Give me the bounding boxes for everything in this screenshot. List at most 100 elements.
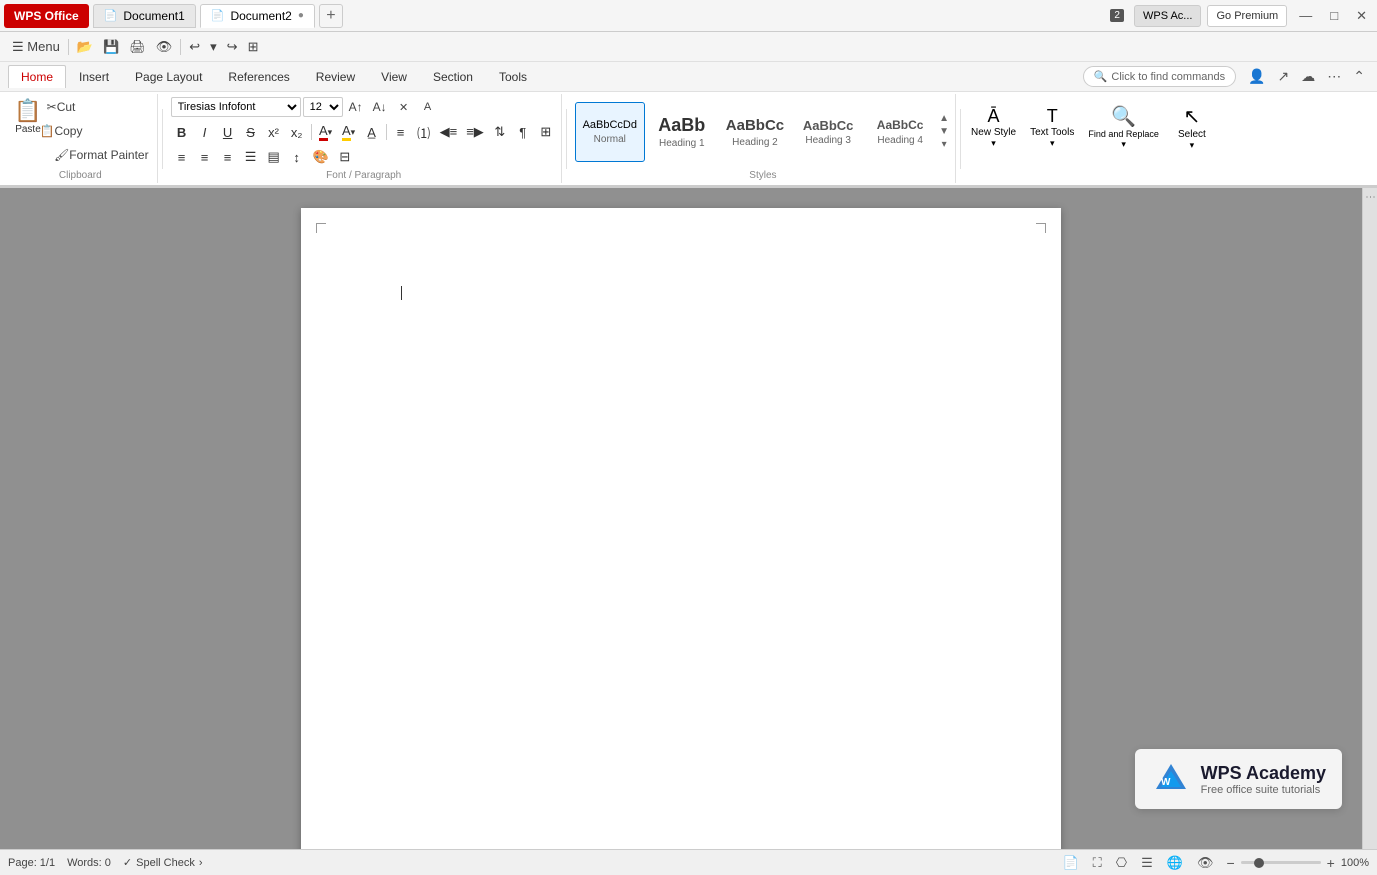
style-heading4[interactable]: AaBbCc Heading 4 [865,102,935,162]
align-center-button[interactable]: ≡ [194,146,216,168]
font-size-select[interactable]: 12 [303,97,343,117]
line-spacing-button[interactable]: ↕ [286,146,308,168]
outline-view-button[interactable]: ☰ [1138,853,1156,873]
highlight-dropdown[interactable]: ▾ [351,127,356,138]
format-painter-button[interactable]: 🖌 Format Painter [50,144,153,166]
menu-button[interactable]: ☰ Menu [8,37,64,57]
print-view-button[interactable]: 📄 [1059,853,1081,873]
superscript-button[interactable]: x² [263,121,285,143]
select-button[interactable]: ↖ Select ▾ [1167,94,1217,160]
save-button[interactable]: 💾 [99,37,123,57]
fullscreen-view-button[interactable]: ⛶ [1090,853,1105,873]
zoom-in-button[interactable]: + [1325,855,1337,871]
tab-page-layout[interactable]: Page Layout [122,65,215,88]
tab-insert[interactable]: Insert [66,65,122,88]
bold-button[interactable]: B [171,121,193,143]
ribbon-tabs: Home Insert Page Layout References Revie… [0,62,1377,92]
read-mode-button[interactable]: 👁 [1194,853,1217,873]
gallery-up-button[interactable]: ▲ [937,113,951,125]
document1-tab[interactable]: 📄 Document1 [93,4,196,28]
close-button[interactable]: ✕ [1350,6,1373,26]
share-button[interactable]: ↗ [1274,66,1294,87]
cut-button[interactable]: ✂ Cut [50,96,72,118]
new-style-button[interactable]: Ā New Style ▾ [965,94,1022,160]
show-marks-button[interactable]: ¶ [512,121,534,143]
align-justify-button[interactable]: ☰ [240,146,262,168]
tab-home[interactable]: Home [8,65,66,88]
alignment-row: ≡ ≡ ≡ ☰ ▤ ↕ 🎨 ⊟ [171,146,356,168]
text-tools-button[interactable]: T Text Tools ▾ [1024,94,1080,160]
table-insert-button[interactable]: ⊞ [535,121,557,143]
document1-tab-label: Document1 [123,9,184,23]
find-replace-button[interactable]: 🔍 Find and Replace ▾ [1082,94,1165,160]
share-icon[interactable]: 👤 [1244,66,1269,87]
save-cloud-button[interactable]: ☁ [1297,66,1319,87]
font-color-button[interactable]: A ▾ [315,121,337,143]
spell-check[interactable]: ✓ Spell Check › [123,856,203,869]
font-family-select[interactable]: Tiresias Infofont [171,97,301,117]
undo-dropdown[interactable]: ▾ [206,37,221,57]
open-button[interactable]: 📂 [73,37,97,57]
sidebar-toggle-button[interactable]: ⋮ [1365,192,1376,202]
title-bar-left: WPS Office 📄 Document1 📄 Document2 ● + [4,4,343,28]
style-heading2[interactable]: AaBbCc Heading 2 [719,102,791,162]
indent-decrease-button[interactable]: ◀≡ [436,121,462,143]
italic-button[interactable]: I [194,121,216,143]
print-preview-button[interactable]: 👁 [152,37,177,57]
style-heading1[interactable]: AaBb Heading 1 [647,102,717,162]
tab-review[interactable]: Review [303,65,368,88]
increase-font-button[interactable]: A↑ [345,96,367,118]
highlight-color-button[interactable]: A ▾ [338,121,360,143]
tab-view[interactable]: View [368,65,420,88]
tab-tools[interactable]: Tools [486,65,540,88]
web-view-button[interactable]: 🌐 [1164,853,1186,873]
go-premium-button[interactable]: Go Premium [1207,5,1287,27]
strikethrough-button[interactable]: S [240,121,262,143]
undo-button[interactable]: ↩ [185,37,204,57]
zoom-slider[interactable] [1241,861,1321,864]
font-family-row: Tiresias Infofont 12 A↑ A↓ ✕ A [171,96,439,118]
list-bullets-button[interactable]: ≡ [390,121,412,143]
redo-button[interactable]: ↪ [223,37,242,57]
more-options-button[interactable]: ⋯ [1323,66,1345,87]
gallery-expand-button[interactable]: ▾ [937,139,951,151]
find-icon: 🔍 [1111,104,1136,129]
column-button[interactable]: ▤ [263,146,285,168]
indent-increase-button[interactable]: ≡▶ [462,121,488,143]
tab-section[interactable]: Section [420,65,486,88]
gallery-down-button[interactable]: ▼ [937,126,951,138]
clear-format-button[interactable]: ✕ [393,96,415,118]
copy-button[interactable]: 📋 Copy [50,120,72,142]
customize-button[interactable]: ⊞ [244,37,263,57]
shading-button[interactable]: 🎨 [309,146,333,168]
subscript-button[interactable]: x₂ [286,121,308,143]
underline-button[interactable]: U [217,121,239,143]
border-button[interactable]: ⊟ [334,146,356,168]
minimize-button[interactable]: — [1293,6,1318,25]
style-normal[interactable]: AaBbCcDd Normal [575,102,645,162]
list-numbers-button[interactable]: ⑴ [413,121,435,143]
right-ribbon-buttons: Ā New Style ▾ T Text Tools ▾ 🔍 Find and … [965,94,1217,183]
two-page-view-button[interactable]: ⎔ [1113,853,1130,873]
wps-office-button[interactable]: WPS Office [4,4,89,28]
decrease-font-button[interactable]: A↓ [369,96,391,118]
sort-button[interactable]: ⇅ [489,121,511,143]
align-right-button[interactable]: ≡ [217,146,239,168]
document-scroll[interactable]: W WPS Academy Free office suite tutorial… [0,188,1362,849]
font-color-dropdown[interactable]: ▾ [328,127,333,138]
document2-close-icon[interactable]: ● [298,10,304,21]
search-command[interactable]: 🔍 Click to find commands [1083,66,1236,87]
align-left-button[interactable]: ≡ [171,146,193,168]
tab-references[interactable]: References [215,65,302,88]
wps-account-button[interactable]: WPS Ac... [1134,5,1202,27]
char-border-button[interactable]: A̲ [361,121,383,143]
document2-tab[interactable]: 📄 Document2 ● [200,4,315,28]
maximize-button[interactable]: □ [1324,6,1344,25]
style-heading3[interactable]: AaBbCc Heading 3 [793,102,863,162]
text-effects-button[interactable]: A [417,96,439,118]
document-page[interactable] [301,208,1061,849]
new-tab-button[interactable]: + [319,4,343,28]
zoom-out-button[interactable]: − [1224,855,1236,871]
ribbon-toggle-button[interactable]: ⌃ [1349,66,1369,87]
print-button[interactable]: 🖨 [125,37,150,57]
